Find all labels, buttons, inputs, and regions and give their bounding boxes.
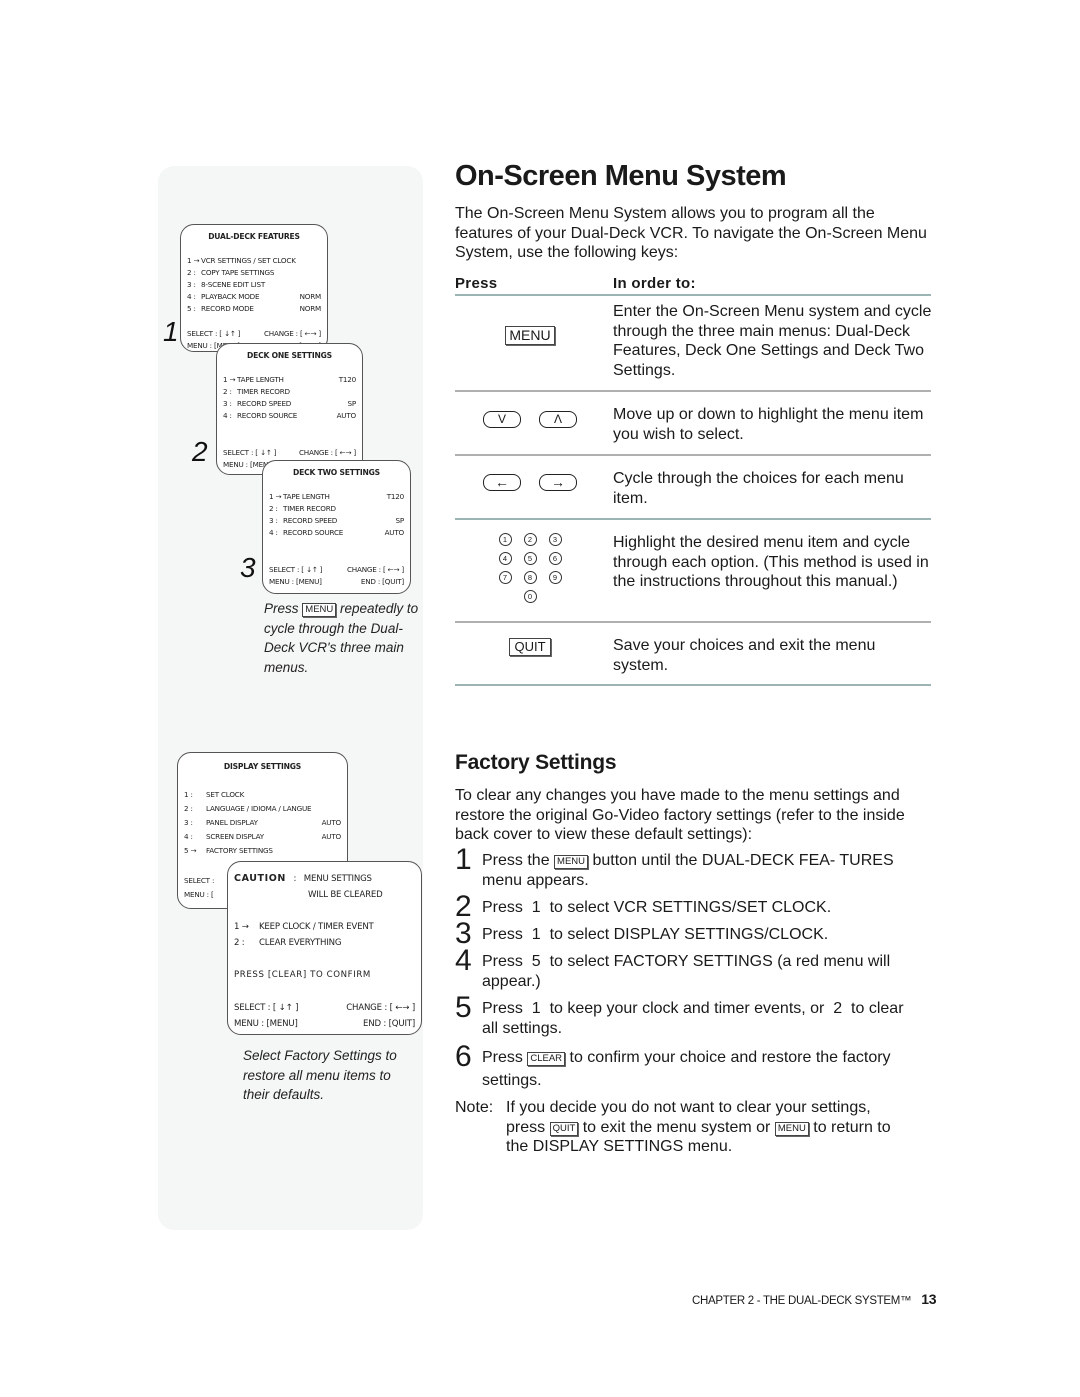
- osd-item: 2 : COPY TAPE SETTINGS: [187, 268, 275, 277]
- column-header-order: In order to:: [613, 275, 696, 292]
- key-description: Highlight the desired menu item and cycl…: [613, 534, 929, 590]
- key-cell: QUIT: [455, 637, 605, 657]
- page-footer: CHAPTER 2 - THE DUAL-DECK SYSTEM™ 13: [692, 1291, 937, 1307]
- note-label: Note:: [455, 1099, 494, 1116]
- left-arrow-key-icon: ←: [483, 473, 521, 491]
- number-key-icon: 3: [548, 533, 562, 546]
- osd-item: 3 : RECORD SPEED SP: [269, 516, 404, 525]
- osd-footer: MENU : [MENU]END : [QUIT]: [269, 577, 404, 586]
- osd-item: 2 : CLEAR EVERYTHING: [234, 938, 342, 948]
- osd-item: 1 → KEEP CLOCK / TIMER EVENT: [234, 922, 374, 932]
- osd-item: 1 → TAPE LENGTH T120: [269, 492, 404, 501]
- chapter-label: CHAPTER 2 - THE DUAL-DECK SYSTEM™: [692, 1295, 912, 1307]
- quit-key-icon: QUIT: [509, 638, 551, 656]
- osd-title: DUAL-DECK FEATURES: [208, 232, 300, 241]
- osd-item: 2 : TIMER RECORD: [269, 504, 336, 513]
- step-number: 1: [163, 316, 179, 347]
- key-cell: 1 2 3 4 5 6 7 8 9 0: [455, 533, 605, 603]
- key-description: Save your choices and exit the menu syst…: [613, 637, 876, 674]
- osd-deck-two-settings: DECK TWO SETTINGS 1 → TAPE LENGTH T120 2 :…: [262, 460, 411, 594]
- page-number: 13: [921, 1291, 937, 1307]
- menu-key-icon: MENU: [302, 603, 337, 617]
- caution-line: WILL BE CLEARED: [308, 890, 383, 900]
- osd-footer: SELECT : [ ↓↑ ] CHANGE : [ ←→ ]: [223, 448, 356, 457]
- divider: [455, 518, 931, 520]
- number-key-icon: 9: [548, 571, 562, 584]
- osd-item: 2 : TIMER RECORD: [223, 387, 290, 396]
- step-number: 1: [455, 843, 472, 876]
- right-arrow-key-icon: →: [539, 473, 577, 491]
- intro-paragraph: The On-Screen Menu System allows you to …: [455, 205, 927, 261]
- quit-key-icon: QUIT: [549, 1121, 579, 1136]
- divider: [455, 454, 931, 456]
- osd-footer: SELECT : [ ↓↑ ] CHANGE : [ ←→ ]: [234, 1003, 415, 1013]
- osd-title: DISPLAY SETTINGS: [223, 762, 302, 771]
- caution-line: CAUTION : MENU SETTINGS: [234, 873, 372, 884]
- osd-footer: SELECT : [ ↓↑ ] CHANGE : [ ←→ ]: [187, 329, 321, 338]
- osd-item: 4 : SCREEN DISPLAY AUTO: [184, 832, 341, 841]
- key-description: Move up or down to highlight the menu it…: [613, 406, 924, 443]
- key-description: Cycle through the choices for each menu …: [613, 470, 904, 507]
- key-cell: ← →: [455, 473, 605, 491]
- osd-item: 4 : RECORD SOURCE AUTO: [223, 411, 356, 420]
- down-arrow-key-icon: V: [483, 410, 521, 428]
- osd-item: 4 : RECORD SOURCE AUTO: [269, 528, 404, 537]
- number-keypad-icon: 1 2 3 4 5 6 7 8 9 0: [498, 533, 562, 603]
- osd-title: DECK TWO SETTINGS: [293, 468, 380, 477]
- osd-footer: SELECT : [ ↓↑ ] CHANGE : [ ←→ ]: [269, 565, 404, 574]
- divider: [455, 621, 931, 623]
- key-description: Enter the On-Screen Menu system and cycl…: [613, 303, 932, 379]
- osd-item: 3 :8-SCENE EDIT LIST: [187, 280, 266, 289]
- number-key-icon: 8: [523, 571, 537, 584]
- step-number: 5: [455, 991, 472, 1024]
- divider: [455, 294, 931, 296]
- number-key-icon: 4: [498, 552, 512, 565]
- step-number: 6: [455, 1040, 472, 1073]
- key-cell: MENU: [455, 320, 605, 350]
- key-cell: V Λ: [455, 410, 605, 428]
- number-key-icon: 7: [498, 571, 512, 584]
- osd-footer: MENU : [MENU]END : [QUIT]: [234, 1019, 415, 1029]
- number-key-icon: 2: [523, 533, 537, 546]
- osd-item: 5 : RECORD MODE NORM: [187, 304, 321, 313]
- osd-item: 5 → FACTORY SETTINGS: [184, 846, 273, 855]
- factory-intro: To clear any changes you have made to th…: [455, 787, 905, 843]
- step-number: 2: [192, 436, 208, 467]
- osd-item: 4 : PLAYBACK MODE NORM: [187, 292, 321, 301]
- divider: [455, 684, 931, 686]
- osd-item: 1 → VCR SETTINGS / SET CLOCK: [187, 256, 296, 265]
- osd-caution: CAUTION : MENU SETTINGS WILL BE CLEARED …: [227, 861, 422, 1035]
- osd-title: DECK ONE SETTINGS: [247, 351, 332, 360]
- osd-item: 3 : PANEL DISPLAY AUTO: [184, 818, 341, 827]
- step-number: 3: [240, 552, 256, 583]
- osd-deck-one-settings: DECK ONE SETTINGS 1 → TAPE LENGTH T120 2 :…: [216, 343, 363, 475]
- caption-factory-settings: Select Factory Settings to restore all m…: [243, 1048, 397, 1102]
- osd-item: 1 → TAPE LENGTH T120: [223, 375, 356, 384]
- number-key-icon: 0: [523, 590, 537, 603]
- menu-key-icon: MENU: [774, 1121, 809, 1136]
- column-header-press: Press: [455, 275, 498, 292]
- osd-item: 2 : LANGUAGE / IDIOMA / LANGUE: [184, 804, 312, 813]
- menu-key-icon: MENU: [554, 855, 589, 869]
- osd-item: 1 : SET CLOCK: [184, 790, 245, 799]
- up-arrow-key-icon: Λ: [539, 410, 577, 428]
- confirm-line: PRESS [CLEAR] TO CONFIRM: [234, 970, 371, 980]
- osd-dual-deck-features: DUAL-DECK FEATURES 1 → VCR SETTINGS / SET…: [180, 224, 328, 352]
- page-title: On-Screen Menu System: [455, 160, 787, 192]
- caption-menu-cycle: Press MENU repeatedly to cycle through t…: [264, 601, 419, 675]
- clear-key-icon: CLEAR: [527, 1052, 566, 1066]
- number-key-icon: 1: [498, 533, 512, 546]
- divider: [455, 390, 931, 392]
- section-heading: Factory Settings: [455, 751, 617, 774]
- number-key-icon: 5: [523, 552, 537, 565]
- step-number: 4: [455, 944, 472, 977]
- osd-item: 3 : RECORD SPEED SP: [223, 399, 356, 408]
- menu-key-icon: MENU: [505, 325, 555, 345]
- number-key-icon: 6: [548, 552, 562, 565]
